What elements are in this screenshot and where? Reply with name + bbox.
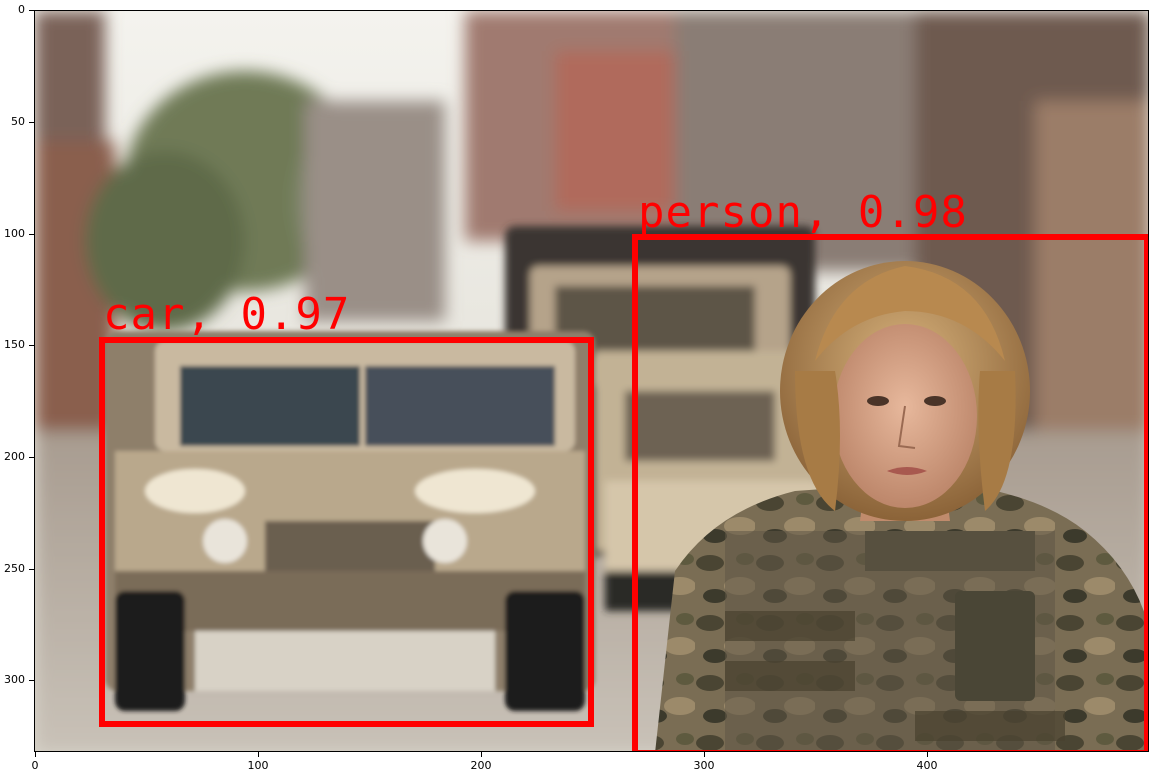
x-tick-mark [258,752,259,757]
y-tick-label: 150 [4,338,25,351]
x-tick: 400 [917,752,967,772]
x-tick: 300 [694,752,744,772]
x-tick: 0 [32,752,75,772]
y-tick-label: 50 [11,115,25,128]
car-bounding-box [99,337,594,727]
y-tick-label: 250 [4,562,25,575]
person-bounding-box [632,234,1148,751]
x-tick-label: 400 [916,759,938,772]
y-tick-label: 0 [18,3,25,16]
x-tick-label: 300 [693,759,715,772]
y-tick: 250 [0,562,34,583]
x-tick-mark [481,752,482,757]
y-tick: 0 [0,3,34,24]
x-tick-mark [927,752,928,757]
x-tick-label: 0 [31,759,39,772]
y-tick: 300 [0,673,34,694]
car-detection-label: car, 0.97 [103,289,351,340]
x-tick: 200 [471,752,521,772]
y-tick: 50 [0,115,34,136]
y-tick-label: 300 [4,673,25,686]
y-tick: 150 [0,338,34,359]
y-tick-label: 100 [4,227,25,240]
image-axes: car, 0.97 person, 0.98 [34,10,1149,752]
x-tick: 100 [248,752,298,772]
x-tick-label: 100 [247,759,269,772]
y-tick-label: 200 [4,450,25,463]
x-tick-mark [704,752,705,757]
y-tick: 100 [0,227,34,248]
person-detection-label: person, 0.98 [638,187,968,238]
x-tick-mark [35,752,36,757]
x-tick-label: 200 [470,759,492,772]
y-tick: 200 [0,450,34,471]
